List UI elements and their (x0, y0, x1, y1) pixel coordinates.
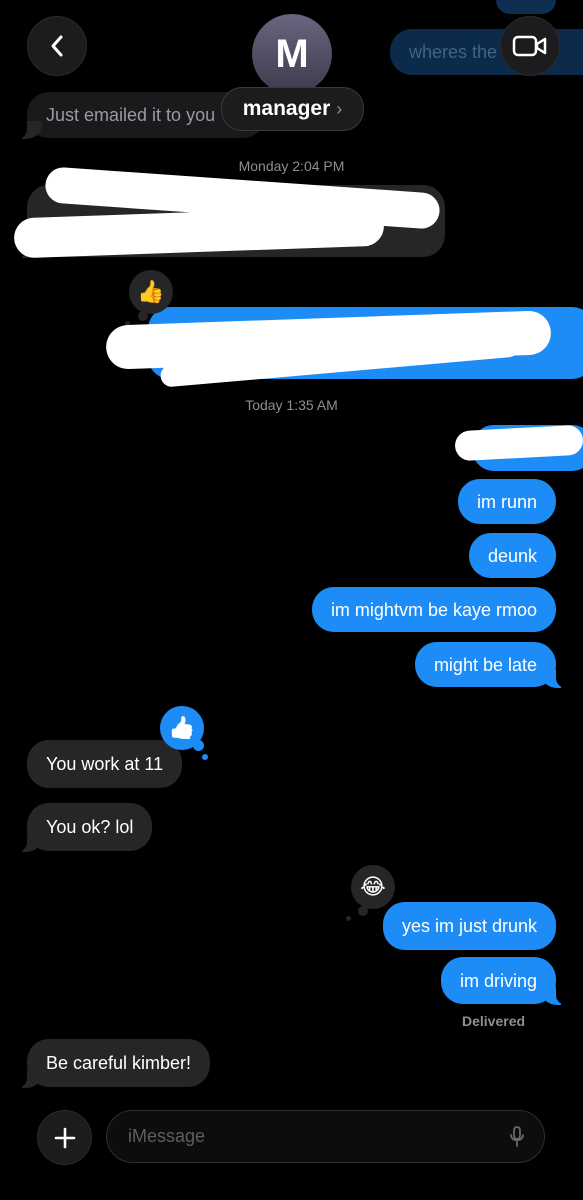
message-bubble-outgoing[interactable]: im runn (457, 479, 556, 524)
message-bubble-outgoing[interactable]: deunk (468, 533, 556, 578)
thumbs-up-reaction[interactable]: 👍 (129, 270, 173, 314)
microphone-icon[interactable] (509, 1126, 525, 1148)
timestamp-today: Today 1:35 AM (245, 397, 338, 413)
chevron-left-icon (51, 35, 63, 57)
add-attachment-button[interactable] (37, 1110, 92, 1165)
reaction-tail-dot (358, 906, 368, 916)
message-bubble-outgoing[interactable]: might be late (414, 642, 567, 688)
message-bubble-incoming[interactable]: You work at 11 (27, 740, 183, 788)
avatar-initial: M (275, 31, 309, 76)
video-camera-icon (512, 35, 547, 57)
reaction-tail-dot (193, 740, 204, 751)
message-input[interactable]: iMessage (106, 1110, 545, 1163)
message-bubble-incoming[interactable]: Be careful kimber! (16, 1039, 211, 1088)
laugh-reaction[interactable]: 😂 (351, 865, 395, 909)
message-bubble-outgoing[interactable]: im driving (440, 957, 567, 1005)
chevron-right-icon: › (336, 98, 343, 119)
message-bubble-incoming[interactable]: You ok? lol (16, 803, 153, 852)
message-bubble-outgoing[interactable]: im mightvm be kaye rmoo (311, 587, 556, 632)
contact-name-pill[interactable]: manager › (221, 87, 364, 131)
laughing-emoji-icon: 😂 (360, 874, 386, 899)
thumbs-up-icon: 👍 (168, 715, 196, 740)
message-bubble-outgoing[interactable]: yes im just drunk (382, 902, 556, 950)
back-button[interactable] (27, 16, 87, 76)
contact-avatar[interactable]: M (252, 14, 332, 94)
video-call-button[interactable] (500, 16, 560, 76)
reaction-tail-dot (346, 916, 351, 921)
thumbs-up-icon: 👍 (137, 279, 165, 304)
contact-name: manager (242, 97, 331, 120)
reaction-tail-dot (138, 311, 148, 321)
message-input-placeholder: iMessage (128, 1126, 206, 1146)
plus-icon (54, 1127, 75, 1148)
ghost-outgoing-fragment (496, 0, 556, 14)
delivered-status: Delivered (462, 1013, 526, 1029)
reaction-tail-dot (202, 754, 208, 760)
